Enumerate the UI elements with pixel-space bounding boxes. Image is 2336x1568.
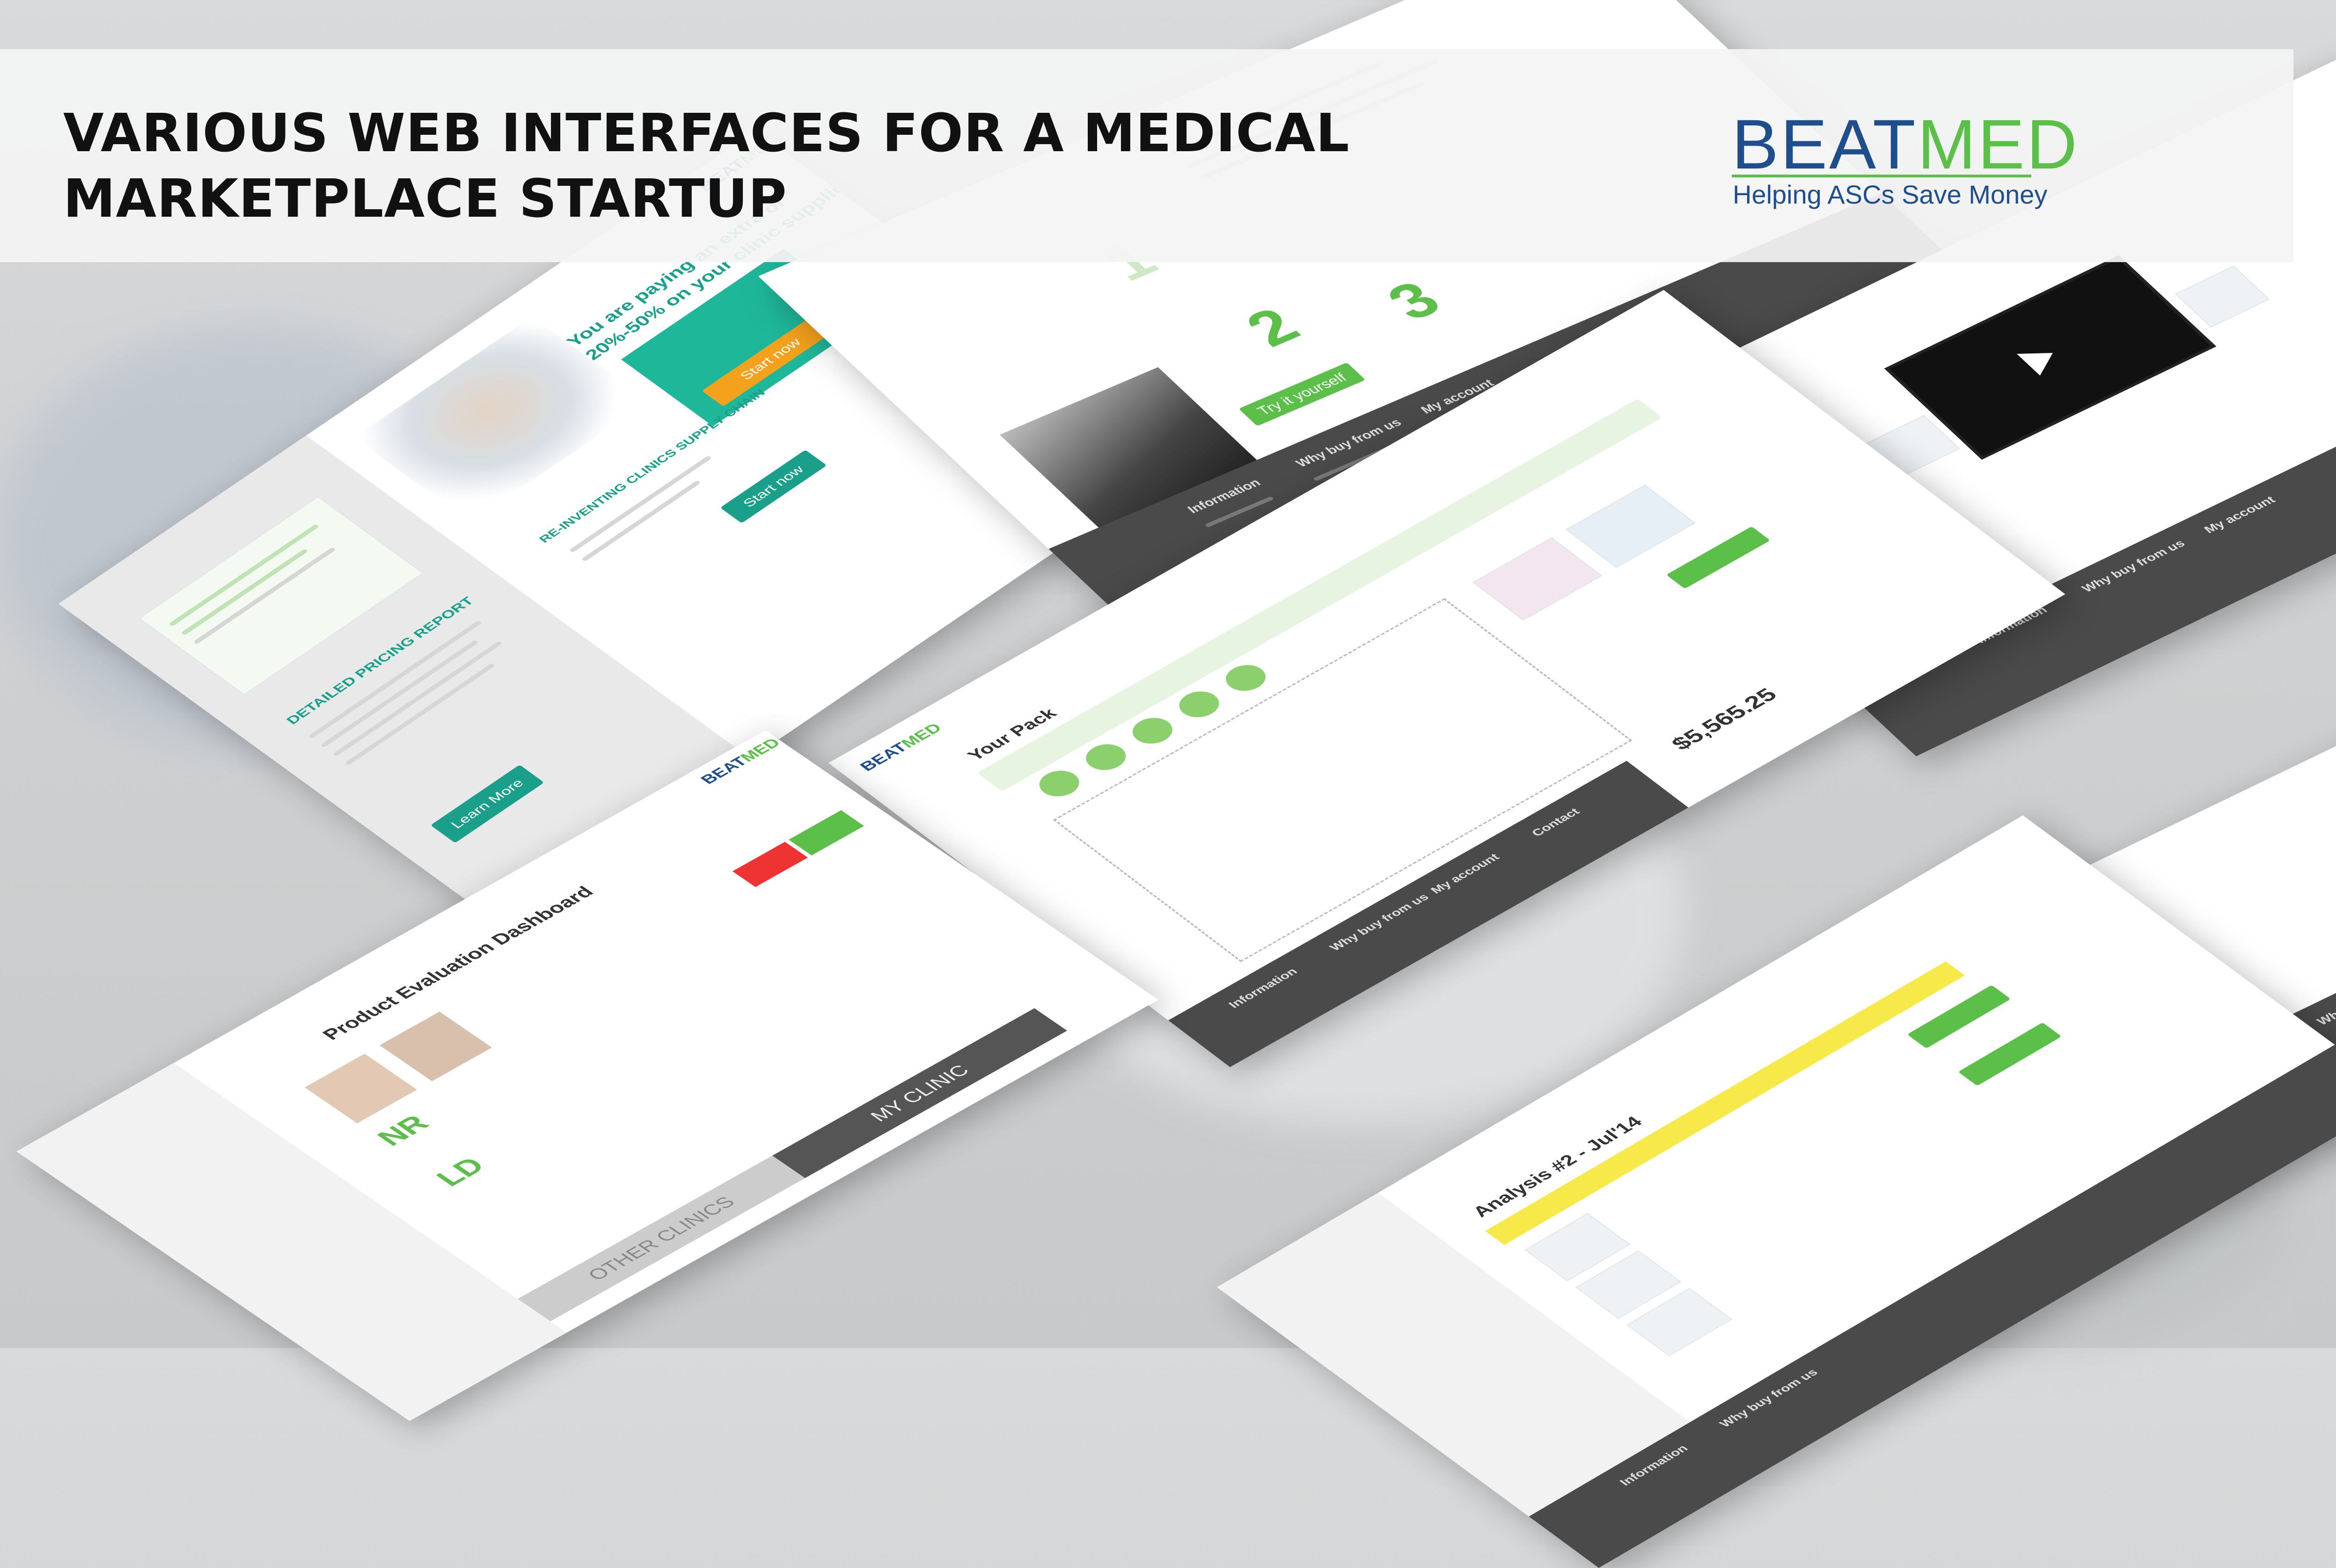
footer-why-buy: Why buy from us [2079,537,2188,595]
footer-contact: Contact [1529,806,1583,839]
footer-why-buy: Why buy from us [1717,1367,1821,1429]
add-to-pack-button[interactable] [1666,526,1771,589]
score-red [732,842,808,887]
my-clinic-bar: MY CLINIC [772,1008,1067,1178]
footer-my-account: My account [1428,851,1502,896]
badge-nr: NR [370,1110,436,1151]
page-title-line-2: MARKETPLACE STARTUP [63,169,787,229]
avatar [305,1054,417,1123]
sidebar [16,1063,567,1421]
beatmed-logo: BEATMED Helping ASCs Save Money [1732,109,2077,217]
start-now-secondary-button[interactable]: Start now [720,449,827,523]
other-clinics-bar: OTHER CLINICS [518,1156,805,1321]
logo-tagline: Helping ASCs Save Money [1733,180,2048,209]
footer-information: Information [1226,966,1301,1011]
score-green [789,810,864,856]
evaluation-heading: Product Evaluation Dashboard [318,883,598,1043]
header-banner: VARIOUS WEB INTERFACES FOR A MEDICAL MAR… [0,49,2293,262]
step-3: 3 [1373,271,1454,330]
badge-ld: LD [429,1152,492,1191]
footer-my-account: My account [2201,494,2278,536]
logo-underline [1732,175,2031,177]
logo-part-med: MED [1917,105,2079,183]
try-it-button[interactable]: Try it yourself [1238,362,1366,426]
avatar [380,1011,492,1081]
page-title-line-1: VARIOUS WEB INTERFACES FOR A MEDICAL [63,103,1350,164]
approve-button[interactable] [1958,1022,2062,1086]
mockup-logo: BEATMED [856,720,946,774]
logo-part-beat: BEAT [1732,105,1918,183]
footer-why-buy: Why buy from us [2314,970,2336,1027]
step-2: 2 [1231,297,1313,357]
pack-price: $5,565.25 [1666,684,1782,754]
